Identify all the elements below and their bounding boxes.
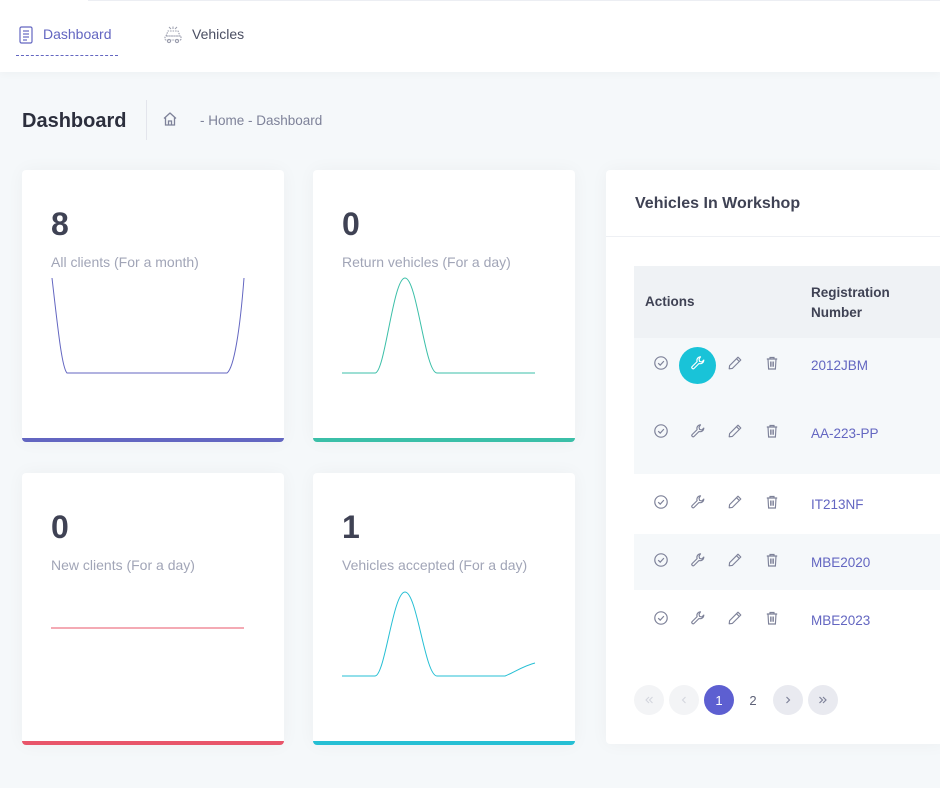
first-page-button[interactable] xyxy=(634,685,664,715)
check-action-button[interactable] xyxy=(642,347,679,384)
edit-action-button[interactable] xyxy=(716,415,753,452)
table-header: Actions Registration Number xyxy=(634,266,940,338)
trash-icon xyxy=(764,494,780,515)
check-action-button[interactable] xyxy=(642,415,679,452)
wrench-action-button[interactable] xyxy=(679,602,716,639)
row-actions xyxy=(650,338,790,392)
wrench-action-button[interactable] xyxy=(679,415,716,452)
card-title: Vehicles In Workshop xyxy=(635,195,801,212)
row-actions xyxy=(650,392,790,474)
wrench-action-button[interactable] xyxy=(679,346,716,384)
row-actions xyxy=(650,534,790,590)
stat-accent-bar xyxy=(22,741,284,745)
wrench-icon xyxy=(690,423,706,444)
sparkline-all-clients xyxy=(51,277,245,374)
delete-action-button[interactable] xyxy=(753,415,790,452)
prev-page-button[interactable] xyxy=(669,685,699,715)
chevron-right-icon xyxy=(783,693,793,708)
delete-action-button[interactable] xyxy=(753,544,790,581)
pencil-icon xyxy=(727,610,743,631)
nav-item-dashboard[interactable]: Dashboard xyxy=(16,22,118,56)
stat-accent-bar xyxy=(313,438,575,442)
delete-action-button[interactable] xyxy=(753,347,790,384)
check-action-button[interactable] xyxy=(642,544,679,581)
workshop-table: Actions Registration Number 2012JBM AA-22… xyxy=(634,266,940,650)
table-row: MBE2020 xyxy=(634,534,940,590)
delete-action-button[interactable] xyxy=(753,486,790,523)
registration-number-link[interactable]: IT213NF xyxy=(811,474,864,534)
wrench-action-button[interactable] xyxy=(679,486,716,523)
page-title: Dashboard xyxy=(22,110,127,132)
document-icon xyxy=(18,26,34,44)
top-navbar: Dashboard Vehicles xyxy=(0,0,940,72)
sparkline-vehicles-accepted xyxy=(342,591,536,677)
title-separator xyxy=(146,100,147,140)
sparkline-return-vehicles xyxy=(342,277,535,374)
registration-number-link[interactable]: AA-223-PP xyxy=(811,392,879,474)
check-circle-icon xyxy=(653,552,669,573)
table-row: MBE2023 xyxy=(634,590,940,650)
chevron-left-icon xyxy=(679,693,689,708)
nav-item-label: Dashboard xyxy=(43,26,112,42)
edit-action-button[interactable] xyxy=(716,486,753,523)
registration-number-link[interactable]: MBE2020 xyxy=(811,534,870,590)
column-header-registration[interactable]: Registration Number xyxy=(811,283,931,323)
pencil-icon xyxy=(727,494,743,515)
stat-accent-bar xyxy=(22,438,284,442)
pencil-icon xyxy=(727,552,743,573)
car-icon xyxy=(163,26,183,44)
wrench-icon xyxy=(690,494,706,515)
chevron-double-left-icon xyxy=(644,693,654,708)
edit-action-button[interactable] xyxy=(716,602,753,639)
stat-card-vehicles-accepted: 1 Vehicles accepted (For a day) xyxy=(313,473,575,745)
next-page-button[interactable] xyxy=(773,685,803,715)
stat-card-new-clients: 0 New clients (For a day) xyxy=(22,473,284,745)
check-circle-icon xyxy=(653,610,669,631)
registration-number-link[interactable]: MBE2023 xyxy=(811,590,870,650)
page-button[interactable]: 2 xyxy=(738,685,768,715)
check-circle-icon xyxy=(653,494,669,515)
delete-action-button[interactable] xyxy=(753,602,790,639)
chevron-double-right-icon xyxy=(818,693,828,708)
pencil-icon xyxy=(727,355,743,376)
stat-card-return-vehicles: 0 Return vehicles (For a day) xyxy=(313,170,575,442)
check-circle-icon xyxy=(653,355,669,376)
sparkline-new-clients xyxy=(51,627,244,629)
home-icon[interactable] xyxy=(162,111,178,132)
trash-icon xyxy=(764,610,780,631)
pencil-icon xyxy=(727,423,743,444)
wrench-icon xyxy=(690,355,706,376)
check-action-button[interactable] xyxy=(642,602,679,639)
edit-action-button[interactable] xyxy=(716,347,753,384)
table-row: 2012JBM xyxy=(634,338,940,392)
trash-icon xyxy=(764,423,780,444)
check-circle-icon xyxy=(653,423,669,444)
edit-action-button[interactable] xyxy=(716,544,753,581)
column-header-actions: Actions xyxy=(645,294,695,309)
wrench-action-button[interactable] xyxy=(679,544,716,581)
wrench-icon xyxy=(690,552,706,573)
trash-icon xyxy=(764,552,780,573)
row-actions xyxy=(650,590,790,650)
card-divider xyxy=(606,236,940,237)
table-row: IT213NF xyxy=(634,474,940,534)
page-button-current[interactable]: 1 xyxy=(704,685,734,715)
row-actions xyxy=(650,474,790,534)
top-border xyxy=(88,0,940,1)
nav-item-vehicles[interactable]: Vehicles xyxy=(163,22,248,56)
nav-item-label: Vehicles xyxy=(192,26,245,42)
registration-number-link[interactable]: 2012JBM xyxy=(811,338,868,392)
breadcrumb: - Home - Dashboard xyxy=(200,113,323,128)
check-action-button[interactable] xyxy=(642,486,679,523)
trash-icon xyxy=(764,355,780,376)
wrench-icon xyxy=(690,610,706,631)
vehicles-in-workshop-card: Vehicles In Workshop Actions Registratio… xyxy=(606,170,940,744)
stat-accent-bar xyxy=(313,741,575,745)
stat-card-all-clients: 8 All clients (For a month) xyxy=(22,170,284,442)
table-row: AA-223-PP xyxy=(634,392,940,474)
last-page-button[interactable] xyxy=(808,685,838,715)
